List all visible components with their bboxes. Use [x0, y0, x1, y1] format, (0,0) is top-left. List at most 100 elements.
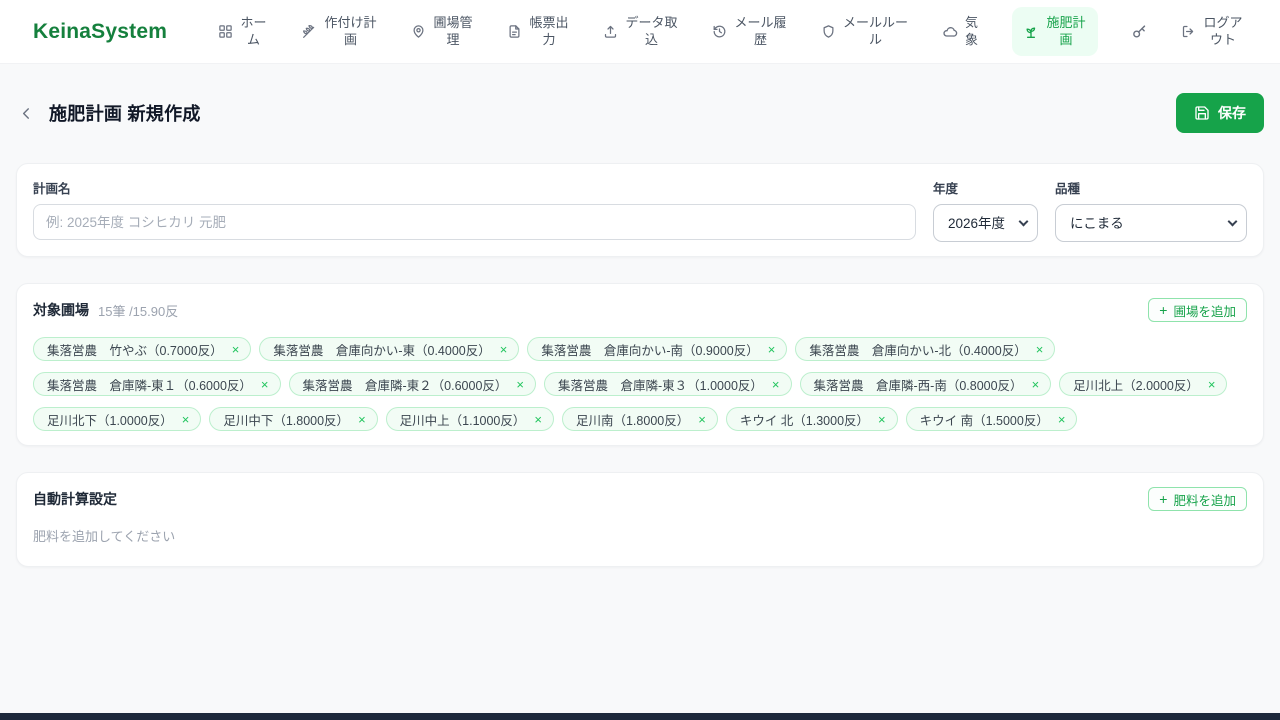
bottom-bar — [0, 713, 1280, 720]
field-chip-label: キウイ 南（1.5000反） — [919, 413, 1049, 428]
nav-item-field-management[interactable]: 圃場管理 — [411, 15, 474, 49]
field-chip-label: キウイ 北（1.3000反） — [739, 413, 870, 428]
save-button-label: 保存 — [1218, 105, 1246, 121]
field-chip: 集落営農 倉庫隣-東２（0.6000反） × — [288, 372, 536, 396]
page-title: 施肥計画 新規作成 — [49, 104, 201, 124]
field-chip-label: 集落営農 倉庫隣-西-南（0.8000反） — [813, 378, 1023, 393]
remove-field-icon[interactable]: × — [1208, 378, 1216, 391]
fertilizer-empty-state: 肥料を追加してください — [33, 529, 176, 544]
history-clock-icon — [712, 24, 727, 39]
field-chip: キウイ 北（1.3000反） × — [725, 407, 898, 431]
nav-item-label: メール履歴 — [734, 14, 787, 47]
field-chip-label: 集落営農 倉庫隣-東３（1.0000反） — [558, 378, 763, 393]
nav-item-fertilizer-plan[interactable]: 施肥計画 — [1012, 6, 1098, 57]
nav-item-label: メールルール — [842, 14, 908, 47]
nav-item-label: データ取込 — [625, 14, 678, 47]
nav-item-mail-history[interactable]: メール履歴 — [712, 15, 788, 49]
field-chip: 足川南（1.8000反） × — [561, 407, 718, 431]
field-chip-label: 集落営農 倉庫向かい-北（0.4000反） — [809, 343, 1027, 358]
year-select[interactable]: 2026年度 — [933, 204, 1038, 242]
plus-icon: + — [1159, 491, 1168, 507]
add-fertilizer-button[interactable]: + 肥料を追加 — [1148, 487, 1247, 511]
remove-field-icon[interactable]: × — [232, 343, 240, 356]
save-floppy-icon — [1194, 105, 1210, 121]
add-field-button-label: 圃場を追加 — [1173, 304, 1236, 319]
variety-label: 品種 — [1055, 182, 1081, 196]
plan-name-label: 計画名 — [33, 182, 71, 196]
plan-name-input[interactable] — [33, 204, 916, 240]
nav-item-label: ログアウト — [1203, 14, 1243, 47]
remove-field-icon[interactable]: × — [768, 343, 776, 356]
document-icon — [507, 24, 522, 39]
nav-item-weather[interactable]: 気象 — [942, 15, 979, 49]
field-chip: 足川北下（1.0000反） × — [33, 407, 202, 431]
auto-calc-title: 自動計算設定 — [33, 491, 117, 507]
nav-item-data-import[interactable]: データ取込 — [603, 15, 679, 49]
nav-item-label: 気象 — [964, 14, 978, 47]
field-chip-label: 足川中下（1.8000反） — [223, 413, 350, 428]
field-chip: 集落営農 倉庫隣-東３（1.0000反） × — [544, 372, 792, 396]
nav-item-key[interactable] — [1131, 23, 1148, 40]
variety-select[interactable]: にこまる — [1055, 204, 1247, 242]
remove-field-icon[interactable]: × — [878, 413, 886, 426]
nav-item-label: 帳票出力 — [529, 14, 569, 47]
field-chip-list: 集落営農 竹やぶ（0.7000反） × 集落営農 倉庫向かい-東（0.4000反）… — [33, 337, 1247, 431]
nav-item-report-output[interactable]: 帳票出力 — [507, 15, 570, 49]
save-button[interactable]: 保存 — [1176, 93, 1264, 133]
nav-item-planting-plan[interactable]: 作付け計画 — [301, 15, 378, 49]
field-chip: 集落営農 倉庫向かい-東（0.4000反） × — [259, 337, 520, 361]
logout-icon — [1181, 24, 1196, 39]
top-navigation: KeinaSystem ホーム 作付け計画 圃場管理 帳票出力 データ取込 メー… — [0, 0, 1280, 64]
field-chip-label: 足川北下（1.0000反） — [47, 413, 173, 428]
field-chip-label: 集落営農 倉庫向かい-東（0.4000反） — [273, 343, 491, 358]
field-chip: 集落営農 倉庫向かい-南（0.9000反） × — [527, 337, 788, 361]
nav-item-label: 施肥計画 — [1046, 14, 1086, 47]
shield-icon — [821, 24, 836, 39]
target-fields-count: 15筆 /15.90反 — [98, 303, 179, 319]
field-chip: 足川中下（1.8000反） × — [209, 407, 378, 431]
field-chip-label: 足川北上（2.0000反） — [1073, 378, 1199, 393]
nav-item-home[interactable]: ホーム — [218, 15, 268, 49]
remove-field-icon[interactable]: × — [358, 413, 366, 426]
auto-calc-card: 自動計算設定 + 肥料を追加 肥料を追加してください — [16, 472, 1264, 567]
nav-item-label: 圃場管理 — [433, 14, 473, 47]
remove-field-icon[interactable]: × — [1058, 413, 1066, 426]
field-chip: 足川北上（2.0000反） × — [1059, 372, 1228, 396]
back-button[interactable] — [16, 103, 37, 124]
nav-item-logout[interactable]: ログアウト — [1181, 15, 1244, 49]
grid-icon — [218, 24, 233, 39]
remove-field-icon[interactable]: × — [516, 378, 524, 391]
nav-menu: ホーム 作付け計画 圃場管理 帳票出力 データ取込 メール履歴 メールルール 気… — [218, 6, 1244, 57]
remove-field-icon[interactable]: × — [772, 378, 780, 391]
main-content: 施肥計画 新規作成 保存 計画名 年度 2026年度 品種 — [0, 64, 1280, 567]
add-field-button[interactable]: + 圃場を追加 — [1148, 298, 1247, 322]
remove-field-icon[interactable]: × — [534, 413, 542, 426]
field-chip-label: 足川中上（1.1000反） — [399, 413, 526, 428]
target-fields-card: 対象圃場 15筆 /15.90反 + 圃場を追加 集落営農 竹やぶ（0.7000… — [16, 283, 1264, 446]
plus-icon: + — [1159, 302, 1168, 318]
remove-field-icon[interactable]: × — [500, 343, 508, 356]
plan-form-card: 計画名 年度 2026年度 品種 にこまる — [16, 163, 1264, 257]
field-chip: 集落営農 倉庫向かい-北（0.4000反） × — [795, 337, 1056, 361]
app-logo: KeinaSystem — [33, 19, 168, 43]
key-icon — [1131, 23, 1148, 40]
target-fields-title: 対象圃場 — [33, 302, 89, 318]
upload-icon — [603, 24, 618, 39]
nav-item-mail-rules[interactable]: メールルール — [821, 15, 909, 49]
sprout-icon — [1023, 24, 1039, 40]
remove-field-icon[interactable]: × — [261, 378, 269, 391]
remove-field-icon[interactable]: × — [1036, 343, 1044, 356]
year-label: 年度 — [933, 182, 959, 196]
remove-field-icon[interactable]: × — [182, 413, 190, 426]
nav-item-label: ホーム — [240, 14, 267, 47]
remove-field-icon[interactable]: × — [1032, 378, 1040, 391]
page-header: 施肥計画 新規作成 保存 — [16, 93, 1264, 133]
add-fertilizer-button-label: 肥料を追加 — [1173, 493, 1236, 508]
remove-field-icon[interactable]: × — [698, 413, 706, 426]
field-chip-label: 集落営農 倉庫向かい-南（0.9000反） — [541, 343, 759, 358]
field-chip-label: 集落営農 竹やぶ（0.7000反） — [47, 343, 223, 358]
field-chip-label: 集落営農 倉庫隣-東２（0.6000反） — [302, 378, 508, 393]
field-chip-label: 足川南（1.8000反） — [575, 413, 690, 428]
field-chip: 集落営農 倉庫隣-西-南（0.8000反） × — [799, 372, 1052, 396]
field-chip: 足川中上（1.1000反） × — [385, 407, 554, 431]
